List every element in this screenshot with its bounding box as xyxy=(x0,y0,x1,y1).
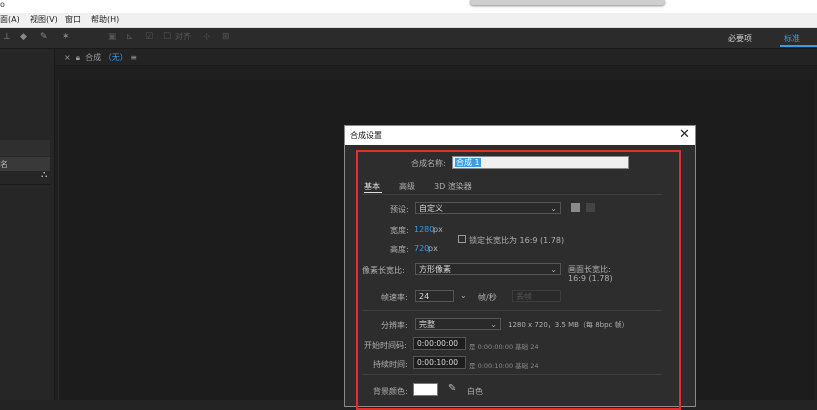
save-preset-icon[interactable] xyxy=(571,203,580,212)
project-search-bar[interactable] xyxy=(0,140,50,156)
delete-preset-icon[interactable] xyxy=(586,203,595,212)
dialog-title: 合成设置 xyxy=(350,131,382,140)
project-panel: 名 ⛬ xyxy=(0,49,55,400)
flowchart-icon[interactable]: ⛬ xyxy=(41,170,47,180)
tab-divider xyxy=(362,194,662,195)
chevron-down-icon[interactable]: ⌄ xyxy=(460,291,467,300)
preset-value: 自定义 xyxy=(419,204,443,213)
menu-bar: 面(A) 视图(V) 窗口 帮助(H) xyxy=(0,13,817,28)
comp-name-selection: 合成 1 xyxy=(455,158,481,167)
app-title-fragment: o xyxy=(0,0,5,9)
composition-tab[interactable]: × 🔒︎ 合成 （无） ≡ xyxy=(64,52,137,63)
pixel-aspect-dropdown[interactable]: 方形像素 ⌄ xyxy=(415,263,561,275)
snap-label: 对齐 xyxy=(175,32,191,41)
duration-input[interactable]: 0:00:10:00 xyxy=(413,356,466,369)
frame-rate-input[interactable]: 24 xyxy=(415,290,454,302)
workspace-essentials[interactable]: 必要项 xyxy=(728,33,752,45)
composition-tab-label: 合成 xyxy=(85,53,102,62)
lock-aspect-checkbox[interactable] xyxy=(458,235,466,243)
comp-name-input[interactable]: 合成 1 xyxy=(452,156,629,169)
tab-advanced[interactable]: 高级 xyxy=(399,181,415,192)
tab-3d-renderer[interactable]: 3D 渲染器 xyxy=(434,181,472,192)
close-icon[interactable]: × xyxy=(64,53,71,62)
drop-frame-dropdown[interactable]: 丢帧 xyxy=(512,290,561,302)
panel-divider xyxy=(0,184,50,185)
align-icon[interactable]: ▣ xyxy=(108,31,117,43)
stamp-tool-icon[interactable]: ⊥ xyxy=(3,31,11,43)
panel-menu-icon[interactable]: ≡ xyxy=(130,53,137,62)
frame-rate-unit: 帧/秒 xyxy=(478,293,497,302)
comp-name-label: 合成名称: xyxy=(411,159,446,168)
start-timecode-input[interactable]: 0:00:00:00 xyxy=(413,337,466,350)
resolution-info: 1280 x 720，3.5 MB（每 8bpc 帧） xyxy=(508,321,629,329)
workspace-active-indicator xyxy=(780,45,817,47)
puppet-pin-icon[interactable]: ✶ xyxy=(62,31,70,43)
composition-tab-value: （无） xyxy=(103,53,128,62)
background-window-edge xyxy=(470,0,665,5)
bg-color-swatch[interactable] xyxy=(413,383,438,396)
snap-grid-icon[interactable]: ⊞ xyxy=(222,31,230,43)
drop-frame-value: 丢帧 xyxy=(516,292,532,301)
dialog-title-bar[interactable] xyxy=(345,126,695,145)
start-timecode-info: 是 0:00:00:00 基础 24 xyxy=(469,343,539,351)
frame-aspect-value: 16:9 (1.78) xyxy=(568,274,613,283)
pixel-aspect-label: 像素长宽比: xyxy=(362,266,405,275)
bg-color-label: 背景颜色: xyxy=(373,387,408,396)
width-value[interactable]: 1280 xyxy=(414,225,434,234)
section-divider xyxy=(362,310,662,311)
eraser-tool-icon[interactable]: ◆ xyxy=(20,31,27,43)
menu-window[interactable]: 窗口 xyxy=(65,14,81,26)
tab-basic-underline xyxy=(364,192,382,193)
tools-toolbar: ⊥ ◆ ✎ ✶ ▣ ⊾ ☑ ☐ 对齐 ⊹ ⊞ 必要项 标准 xyxy=(0,28,817,49)
chevron-down-icon: ⌄ xyxy=(490,320,497,329)
start-timecode-label: 开始时间码: xyxy=(364,341,407,350)
close-icon[interactable]: ✕ xyxy=(679,127,690,143)
roto-brush-icon[interactable]: ✎ xyxy=(40,31,48,43)
duration-label: 持续时间: xyxy=(373,360,408,369)
resolution-dropdown[interactable]: 完整 ⌄ xyxy=(415,318,501,330)
height-value[interactable]: 720 xyxy=(414,244,429,253)
height-unit: px xyxy=(428,244,438,253)
resolution-value: 完整 xyxy=(419,320,435,329)
chevron-down-icon: ⌄ xyxy=(550,204,557,213)
height-label: 高度: xyxy=(390,245,409,254)
menu-view[interactable]: 视图(V) xyxy=(30,14,58,26)
width-unit: px xyxy=(433,225,443,234)
tab-basic[interactable]: 基本 xyxy=(364,181,380,192)
section-divider xyxy=(362,374,662,375)
duration-value: 0:00:10:00 xyxy=(417,358,458,367)
frame-rate-label: 帧速率: xyxy=(381,293,408,302)
resolution-label: 分辨率: xyxy=(381,321,408,330)
start-timecode-value: 0:00:00:00 xyxy=(417,339,458,348)
snap-icon[interactable]: ⊾ xyxy=(126,31,134,43)
frame-rate-value: 24 xyxy=(419,292,430,301)
app-top-strip xyxy=(0,0,817,13)
width-label: 宽度: xyxy=(390,226,409,235)
eyedropper-icon[interactable]: ✎ xyxy=(448,383,456,394)
bg-color-name: 白色 xyxy=(467,387,483,396)
duration-info: 是 0:00:10:00 基础 24 xyxy=(469,362,539,370)
lock-icon[interactable]: 🔒︎ xyxy=(76,53,80,62)
preset-label: 预设: xyxy=(390,205,409,214)
snap-checkbox[interactable]: ☐ xyxy=(163,31,171,43)
preset-dropdown[interactable]: 自定义 ⌄ xyxy=(415,202,561,214)
menu-help[interactable]: 帮助(H) xyxy=(91,14,119,26)
composition-tab-bar xyxy=(55,49,817,66)
composition-settings-dialog: 合成设置 ✕ 合成名称: 合成 1 基本 高级 3D 渲染器 预设: 自定义 ⌄… xyxy=(344,125,696,410)
menu-layer[interactable]: 面(A) xyxy=(0,14,20,26)
pixel-aspect-value: 方形像素 xyxy=(419,265,451,274)
lock-aspect-label: 锁定长宽比为 16:9 (1.78) xyxy=(469,236,565,245)
checkbox-icon[interactable]: ☑ xyxy=(145,31,153,43)
chevron-down-icon: ⌄ xyxy=(550,265,557,274)
project-name-column[interactable]: 名 xyxy=(0,159,8,170)
workspace-standard[interactable]: 标准 xyxy=(784,33,800,45)
snap-options-icon[interactable]: ⊹ xyxy=(203,31,211,43)
